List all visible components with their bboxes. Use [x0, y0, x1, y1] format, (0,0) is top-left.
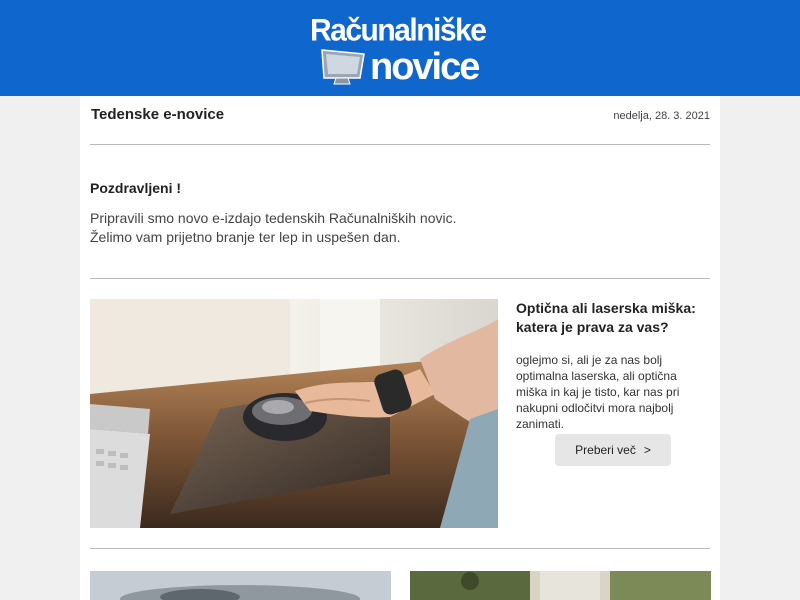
logo-text-line1: Računalniške [310, 13, 487, 48]
read-more-label: Preberi več [575, 443, 636, 457]
greeting-line-1: Pripravili smo novo e-izdajo tedenskih R… [90, 210, 457, 226]
article-thumbnail-2[interactable] [410, 571, 711, 600]
divider [90, 144, 710, 145]
issue-date: nedelja, 28. 3. 2021 [613, 110, 710, 122]
chevron-right-icon: > [643, 443, 651, 457]
monitor-icon [321, 49, 365, 85]
divider [90, 278, 710, 279]
greeting-heading: Pozdravljeni ! [90, 180, 182, 196]
divider [90, 548, 710, 549]
site-header: Računalniške novice [0, 0, 800, 96]
article-thumbnail-1[interactable] [90, 571, 391, 600]
greeting-text: Pripravili smo novo e-izdajo tedenskih R… [90, 209, 457, 247]
article-title[interactable]: Optična ali laserska miška: katera je pr… [516, 299, 706, 337]
logo-text-line2: novice [370, 46, 480, 88]
article-excerpt: oglejmo si, ali je za nas bolj optimalna… [516, 353, 680, 431]
article-image-mouse[interactable] [90, 299, 498, 528]
newsletter-body: Tedenske e-novice nedelja, 28. 3. 2021 P… [80, 96, 720, 600]
read-more-button[interactable]: Preberi več > [555, 434, 671, 466]
greeting-line-2: Želimo vam prijetno branje ter lep in us… [90, 229, 401, 245]
site-logo[interactable]: Računalniške novice [306, 12, 496, 88]
newsletter-title: Tedenske e-novice [91, 106, 225, 123]
